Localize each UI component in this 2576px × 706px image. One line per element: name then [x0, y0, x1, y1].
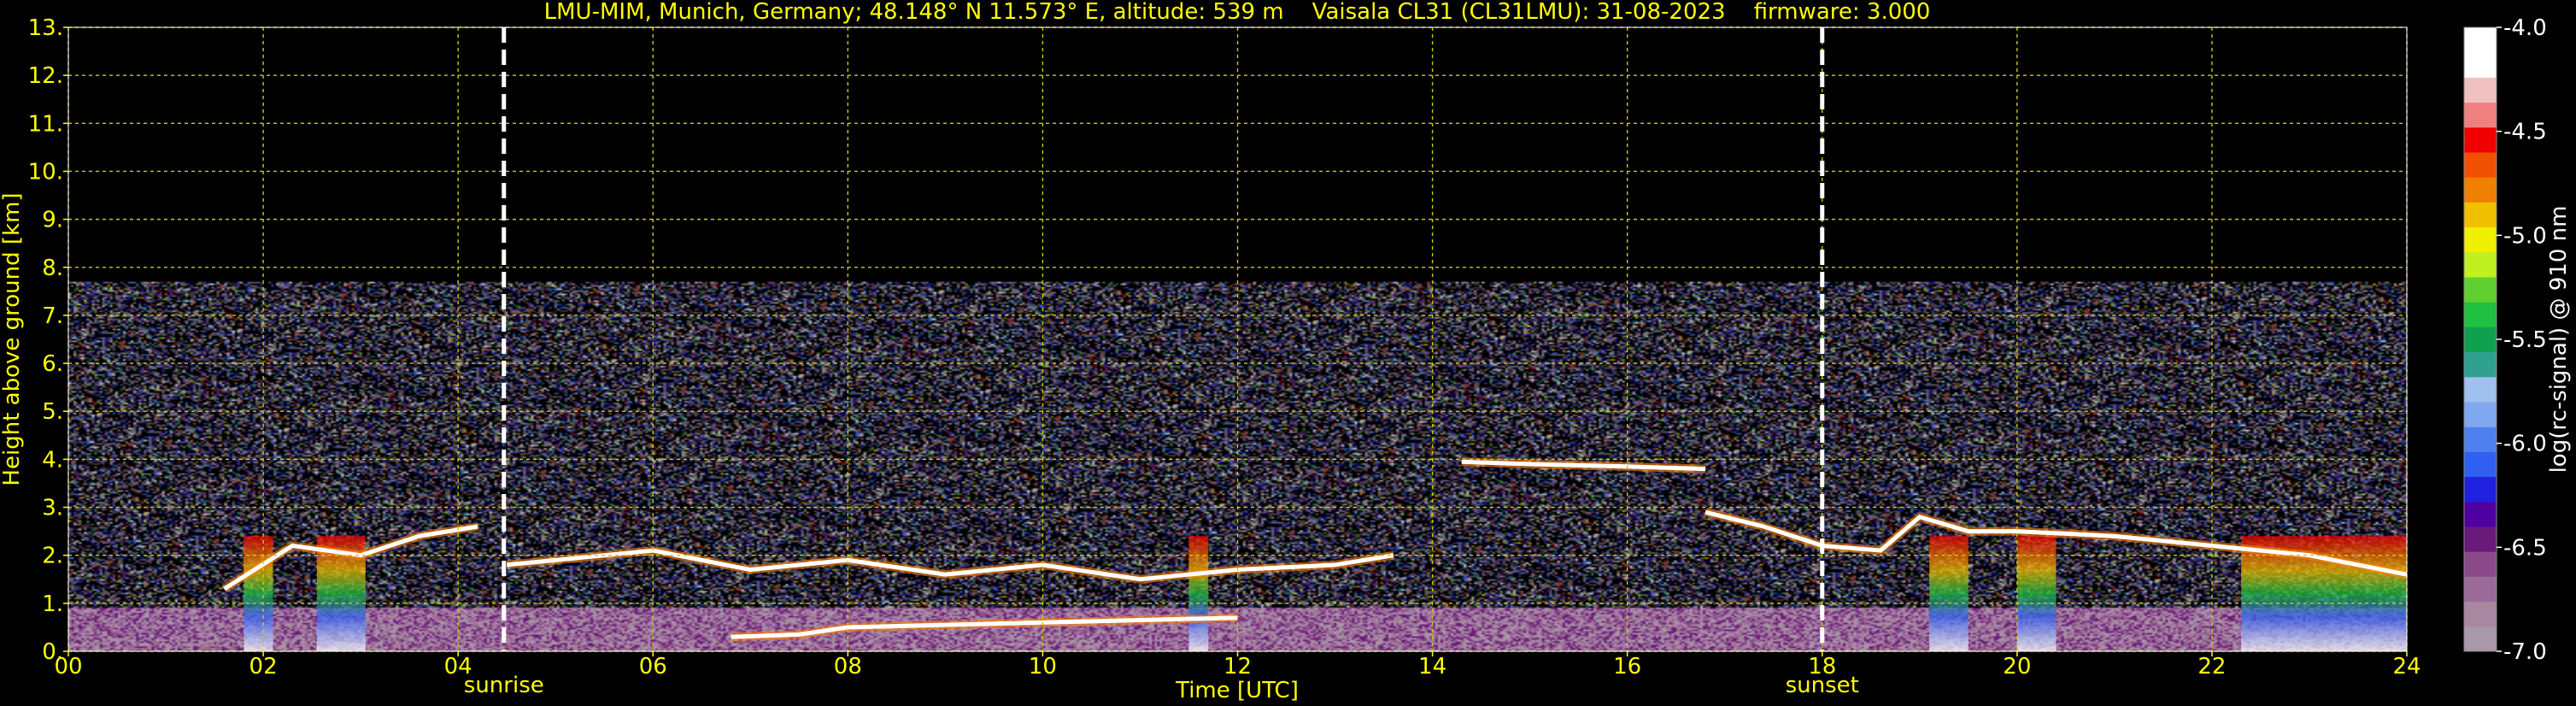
colorbar-tick-label: -5.0 [2503, 223, 2547, 249]
colorbar-segment [2464, 551, 2497, 577]
x-tick-label: 16 [1613, 654, 1641, 680]
colorbar-segment [2464, 327, 2497, 353]
precip-column [1929, 536, 1969, 651]
x-tick-label: 02 [249, 654, 278, 680]
y-tick-label: 6. [42, 351, 63, 377]
x-tick-label: 18 [1808, 654, 1836, 680]
x-axis-label: Time [UTC] [1175, 678, 1299, 703]
colorbar-segment [2464, 302, 2497, 327]
colorbar-label: log(rc-signal) @ 910 nm [2546, 206, 2572, 474]
colorbar-segment [2464, 227, 2497, 253]
colorbar-segment [2464, 402, 2497, 427]
y-tick-label: 13. [28, 15, 63, 41]
y-tick-label: 0. [42, 639, 63, 665]
colorbar-segment [2464, 376, 2497, 403]
colorbar-segment [2464, 126, 2497, 153]
colorbar-segment [2464, 476, 2497, 503]
sunrise-label: sunrise [464, 673, 544, 698]
colorbar-segment [2464, 152, 2497, 178]
y-tick-label: 9. [42, 208, 63, 233]
colorbar-segment [2464, 277, 2497, 303]
y-tick-label: 1. [42, 591, 63, 617]
colorbar-tick-label: -4.0 [2503, 15, 2547, 41]
colorbar-segment [2464, 576, 2497, 603]
x-tick-label: 14 [1418, 654, 1446, 680]
x-tick-label: 20 [2003, 654, 2031, 680]
colorbar-tick-label: -7.0 [2503, 639, 2547, 665]
colorbar-segment [2464, 527, 2497, 552]
colorbar-tick-label: -4.5 [2503, 120, 2547, 145]
y-tick-label: 7. [42, 303, 63, 329]
colorbar-tick-label: -5.5 [2503, 327, 2547, 353]
x-tick-label: 12 [1223, 654, 1252, 680]
colorbar [2463, 26, 2497, 652]
x-tick-label: 24 [2392, 654, 2421, 680]
colorbar-segment [2464, 251, 2497, 278]
colorbar-segment [2464, 52, 2497, 78]
colorbar-segment [2464, 626, 2497, 652]
colorbar-tick-label: -6.5 [2503, 535, 2547, 561]
y-tick-label: 2. [42, 544, 63, 569]
colorbar-segment [2464, 601, 2497, 627]
colorbar-segment [2464, 102, 2497, 128]
ceilometer-chart: sunrise sunset 00 02 04 06 08 10 12 14 16 18 20 22 24… [0, 0, 2576, 706]
y-tick-label: 10. [28, 159, 63, 185]
precip-column [2016, 536, 2057, 651]
x-tick-label: 06 [639, 654, 667, 680]
y-tick-label: 4. [42, 447, 63, 473]
y-tick-label: 3. [42, 496, 63, 521]
colorbar-segment [2464, 351, 2497, 378]
y-axis-label: Height above ground [km] [0, 192, 25, 485]
colorbar-segment [2464, 202, 2497, 228]
precip-column [1188, 536, 1209, 651]
x-tick-label: 08 [834, 654, 862, 680]
colorbar-segment [2464, 177, 2497, 203]
colorbar-segment [2464, 27, 2497, 53]
chart-title: LMU-MIM, Munich, Germany; 48.148° N 11.5… [544, 0, 1931, 25]
colorbar-segment [2464, 77, 2497, 103]
x-tick-label: 10 [1029, 654, 1057, 680]
colorbar-tick-label: -6.0 [2503, 432, 2547, 457]
colorbar-segment [2464, 427, 2497, 452]
y-tick-label: 12. [28, 63, 63, 89]
x-tick-label: 22 [2198, 654, 2226, 680]
y-tick-label: 8. [42, 256, 63, 281]
y-tick-label: 11. [28, 111, 63, 137]
y-tick-label: 5. [42, 399, 63, 425]
colorbar-segment [2464, 501, 2497, 527]
colorbar-segment [2464, 451, 2497, 478]
precip-column [244, 536, 273, 651]
x-tick-label: 04 [444, 654, 472, 680]
